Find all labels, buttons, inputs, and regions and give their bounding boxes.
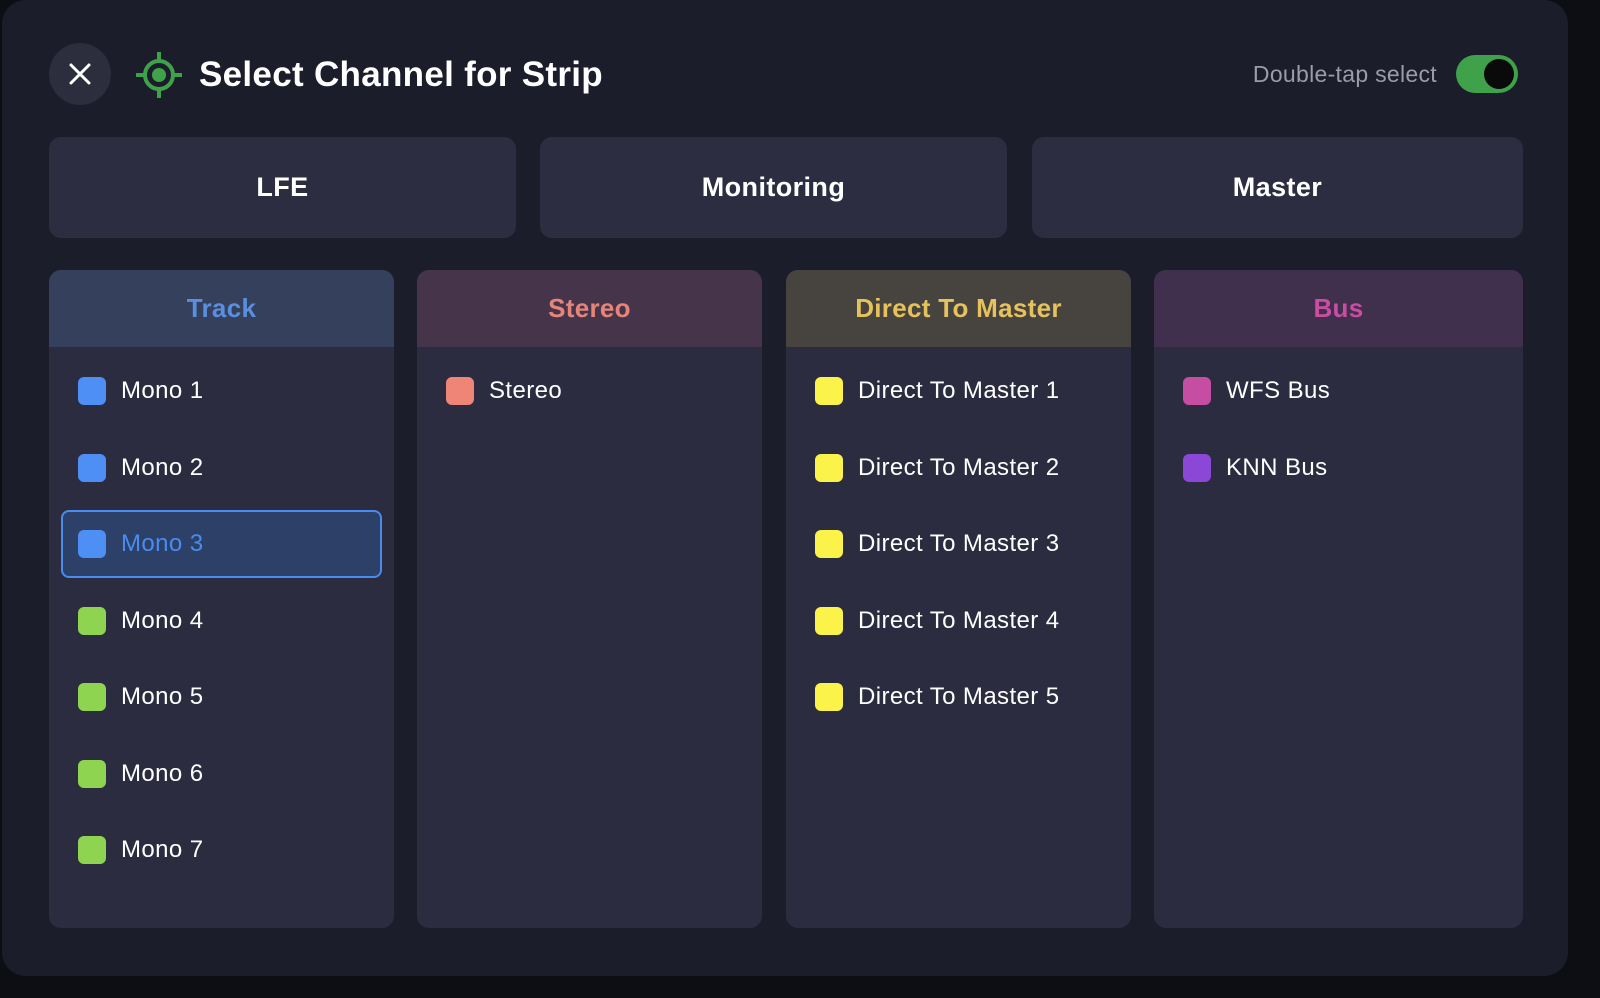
color-swatch <box>78 683 106 711</box>
color-swatch <box>78 836 106 864</box>
channel-item[interactable]: Mono 2 <box>61 434 382 502</box>
channel-item[interactable]: Mono 5 <box>61 663 382 731</box>
channel-label: Mono 5 <box>121 683 204 710</box>
channel-label: Mono 4 <box>121 606 204 634</box>
channel-item[interactable]: Mono 3 <box>61 510 382 578</box>
channel-label: Mono 6 <box>121 759 204 787</box>
close-icon <box>69 63 91 85</box>
color-swatch <box>78 606 106 635</box>
channel-item[interactable]: WFS Bus <box>1166 357 1511 425</box>
dialog-title: Select Channel for Strip <box>199 55 603 94</box>
channel-list: Mono 1 Mono 2 Mono 3 Mono 4 Mono 5 Mono 6 Mono… <box>49 347 394 884</box>
target-icon <box>136 52 182 98</box>
channel-select-dialog: Select Channel for Strip Double-tap sele… <box>2 0 1568 976</box>
channel-item[interactable]: Direct To Master 5 <box>798 663 1119 731</box>
column-header: Bus <box>1154 270 1523 347</box>
channel-item[interactable]: Mono 6 <box>61 740 382 808</box>
channel-label: Direct To Master 1 <box>858 377 1060 404</box>
color-swatch <box>815 683 843 711</box>
bus-column: Bus WFS Bus KNN Bus <box>1154 270 1523 928</box>
channel-label: Direct To Master 4 <box>858 606 1060 634</box>
monitoring-button[interactable]: Monitoring <box>540 137 1007 238</box>
column-header: Direct To Master <box>786 270 1131 347</box>
column-header: Track <box>49 270 394 347</box>
channel-label: Direct To Master 5 <box>858 683 1060 710</box>
lfe-button[interactable]: LFE <box>49 137 516 238</box>
channel-label: Mono 2 <box>121 453 204 481</box>
channel-item[interactable]: KNN Bus <box>1166 434 1511 502</box>
channel-list: Direct To Master 1 Direct To Master 2 Dire… <box>786 347 1131 731</box>
channel-label: Stereo <box>489 377 563 404</box>
channel-list: WFS Bus KNN Bus <box>1154 347 1523 502</box>
color-swatch <box>815 530 843 558</box>
channel-label: Mono 1 <box>121 377 204 404</box>
channel-label: Mono 7 <box>121 836 204 863</box>
stereo-column: Stereo Stereo <box>417 270 762 928</box>
column-header: Stereo <box>417 270 762 347</box>
channel-label: KNN Bus <box>1226 453 1328 481</box>
channel-item[interactable]: Direct To Master 4 <box>798 587 1119 655</box>
channel-label: Direct To Master 3 <box>858 530 1060 557</box>
channel-item[interactable]: Mono 4 <box>61 587 382 655</box>
dialog-header: Select Channel for Strip Double-tap sele… <box>2 0 1568 150</box>
color-swatch <box>78 453 106 482</box>
channel-item[interactable]: Mono 1 <box>61 357 382 425</box>
channel-item[interactable]: Direct To Master 1 <box>798 357 1119 425</box>
close-button[interactable] <box>49 43 111 105</box>
color-swatch <box>1183 453 1211 482</box>
track-column: Track Mono 1 Mono 2 Mono 3 Mono 4 Mono 5 Mono … <box>49 270 394 928</box>
color-swatch <box>815 377 843 405</box>
color-swatch <box>815 606 843 635</box>
channel-item[interactable]: Mono 7 <box>61 816 382 884</box>
channel-item[interactable]: Direct To Master 2 <box>798 434 1119 502</box>
channel-label: WFS Bus <box>1226 377 1331 404</box>
color-swatch <box>1183 377 1211 405</box>
color-swatch <box>78 530 106 558</box>
channel-label: Direct To Master 2 <box>858 453 1060 481</box>
channel-item[interactable]: Stereo <box>429 357 750 425</box>
color-swatch <box>78 759 106 788</box>
color-swatch <box>815 453 843 482</box>
toggle-knob <box>1484 59 1514 89</box>
color-swatch <box>446 377 474 405</box>
direct-to-master-column: Direct To Master Direct To Master 1 Direct… <box>786 270 1131 928</box>
double-tap-label: Double-tap select <box>1252 61 1437 87</box>
master-button[interactable]: Master <box>1032 137 1523 238</box>
color-swatch <box>78 377 106 405</box>
channel-item[interactable]: Direct To Master 3 <box>798 510 1119 578</box>
channel-label: Mono 3 <box>121 530 204 557</box>
channel-list: Stereo <box>417 347 762 425</box>
double-tap-toggle[interactable] <box>1456 55 1518 93</box>
